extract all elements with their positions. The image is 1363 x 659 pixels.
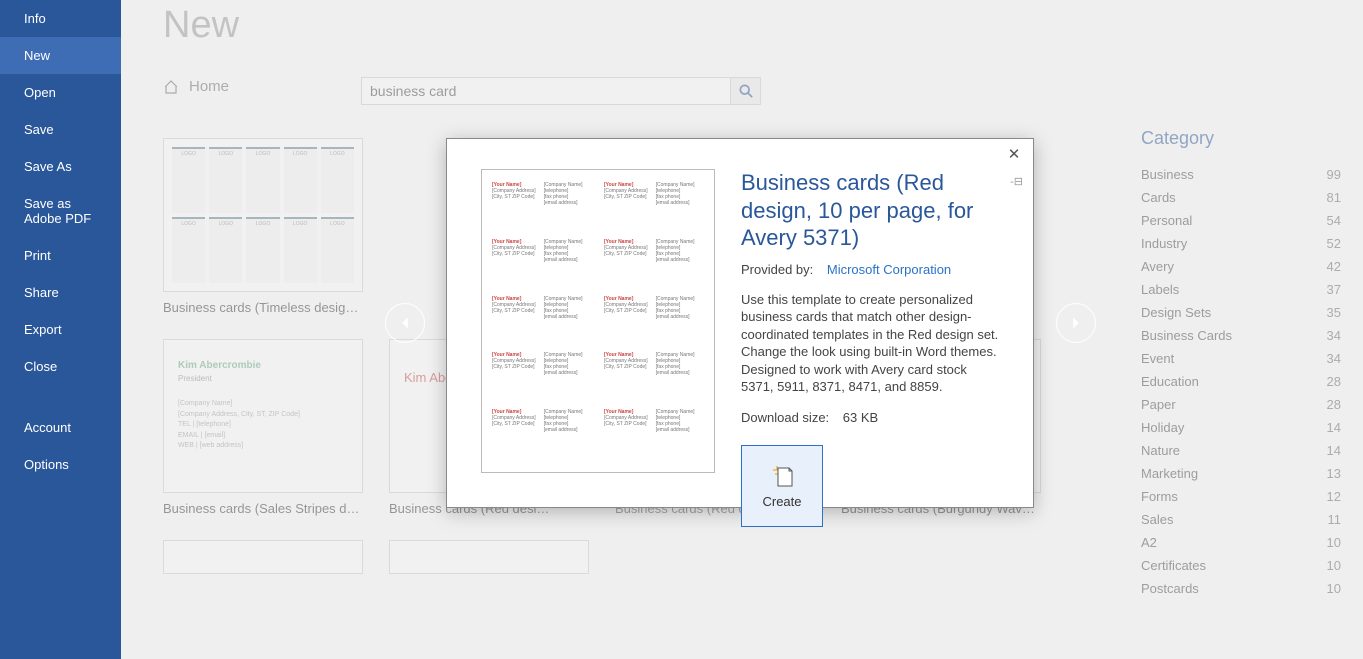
template-preview-modal: ✕ -⊟ [Your Name][Company Address][City, … [446, 138, 1034, 508]
sidebar-item-account[interactable]: Account [0, 409, 121, 446]
template-preview: [Your Name][Company Address][City, ST ZI… [481, 169, 715, 473]
next-template-button[interactable] [1056, 303, 1096, 343]
backstage-sidebar: Info New Open Save Save As Save as Adobe… [0, 0, 121, 659]
sidebar-item-info[interactable]: Info [0, 0, 121, 37]
sidebar-item-export[interactable]: Export [0, 311, 121, 348]
new-document-icon [769, 462, 795, 488]
chevron-right-icon [1069, 316, 1083, 330]
create-label: Create [762, 494, 801, 509]
template-details: Business cards (Red design, 10 per page,… [741, 169, 999, 487]
sidebar-item-share[interactable]: Share [0, 274, 121, 311]
download-size-value: 63 KB [843, 410, 878, 425]
sidebar-item-save-as[interactable]: Save As [0, 148, 121, 185]
sidebar-item-options[interactable]: Options [0, 446, 121, 483]
download-size-label: Download size: [741, 410, 829, 425]
pin-button[interactable]: -⊟ [1010, 175, 1023, 188]
chevron-left-icon [398, 316, 412, 330]
sidebar-item-print[interactable]: Print [0, 237, 121, 274]
template-title: Business cards (Red design, 10 per page,… [741, 169, 999, 252]
prev-template-button[interactable] [385, 303, 425, 343]
sidebar-item-save-as-adobe-pdf[interactable]: Save as Adobe PDF [0, 185, 121, 237]
close-button[interactable]: ✕ [1005, 145, 1023, 163]
sidebar-item-new[interactable]: New [0, 37, 121, 74]
provided-by-label: Provided by: [741, 262, 813, 277]
template-description: Use this template to create personalized… [741, 291, 999, 396]
create-button[interactable]: Create [741, 445, 823, 527]
provider-link[interactable]: Microsoft Corporation [827, 262, 951, 277]
sidebar-item-open[interactable]: Open [0, 74, 121, 111]
sidebar-item-save[interactable]: Save [0, 111, 121, 148]
sidebar-item-close[interactable]: Close [0, 348, 121, 385]
